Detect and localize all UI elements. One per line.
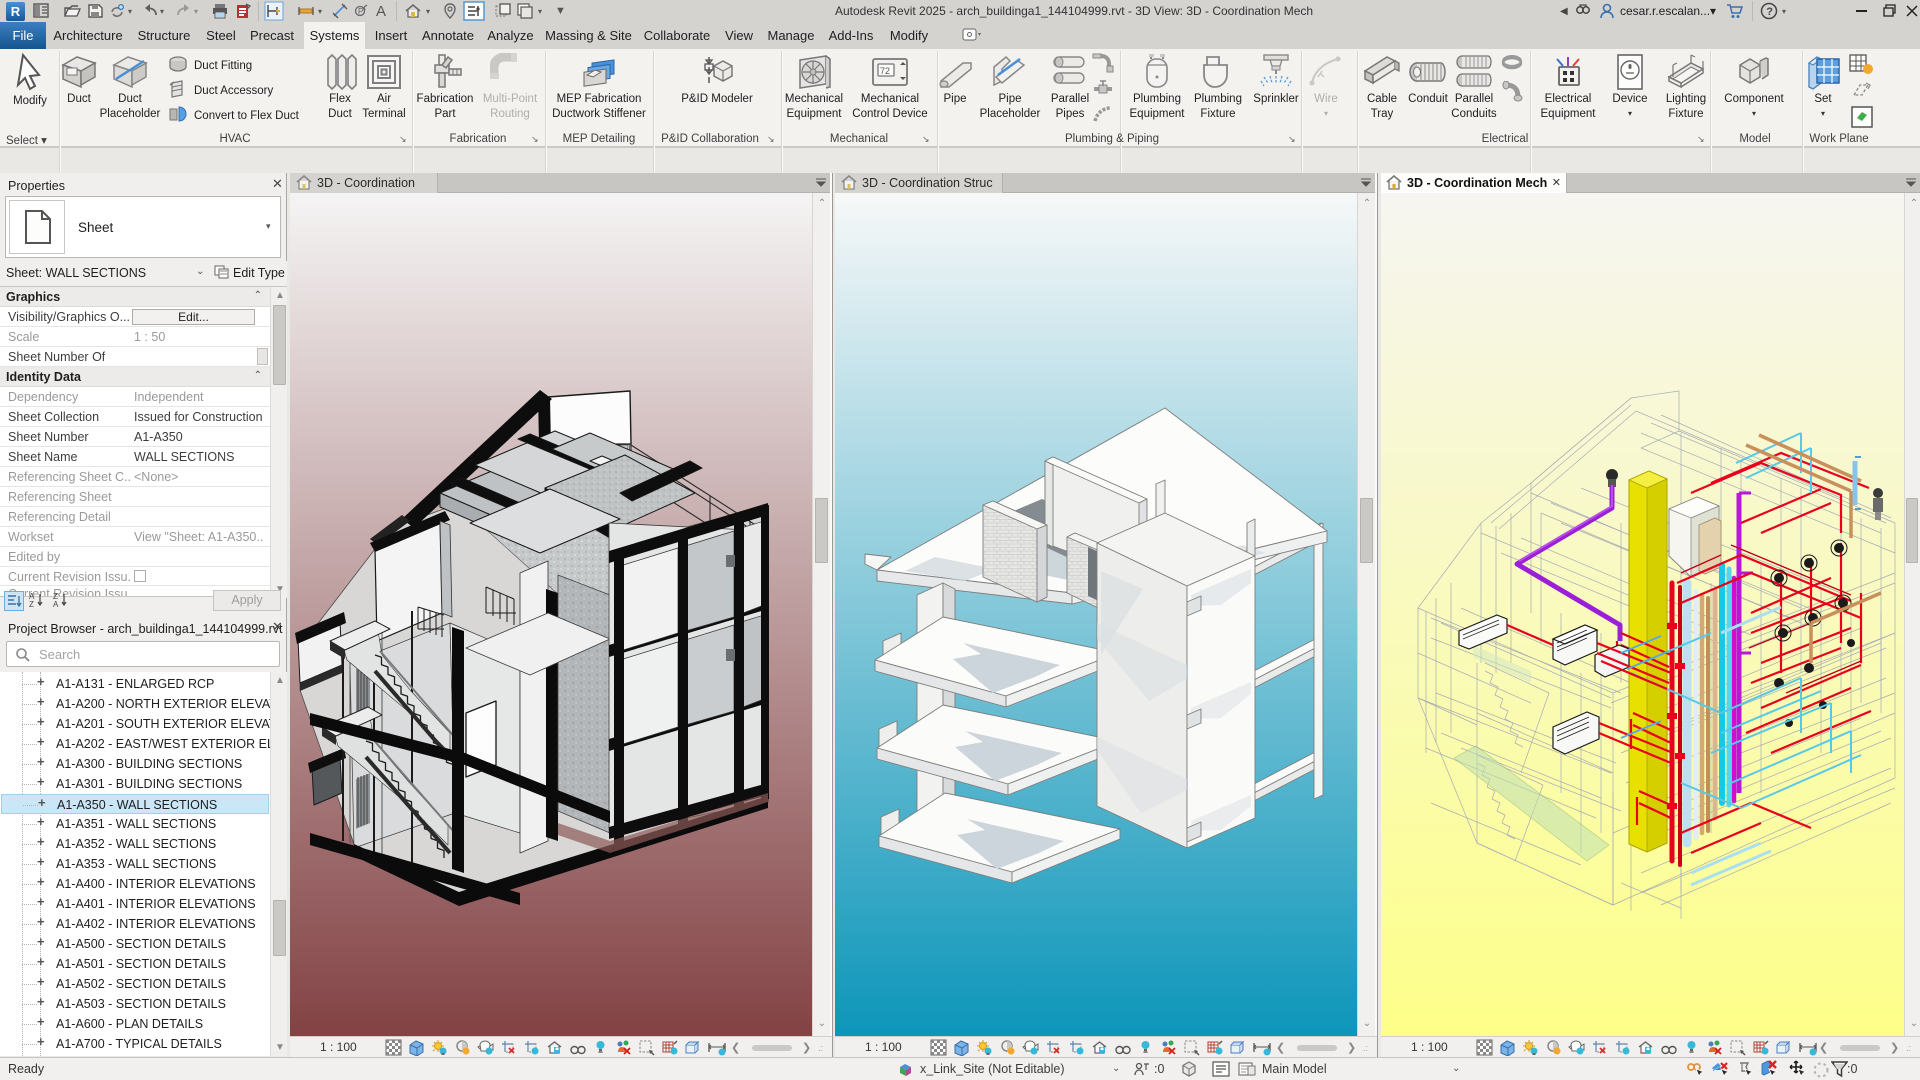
svg-text:Z: Z <box>29 600 34 609</box>
svg-text:P: P <box>358 7 363 16</box>
svg-text:?: ? <box>1766 6 1773 18</box>
svg-text:72: 72 <box>880 66 890 76</box>
svg-text:A: A <box>376 3 386 20</box>
svg-text:A: A <box>53 600 59 609</box>
